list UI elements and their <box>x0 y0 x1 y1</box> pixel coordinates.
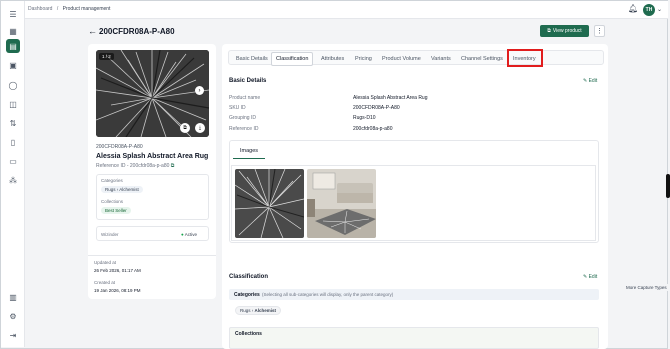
categories-bar: Categories (Selecting all sub-categories… <box>229 289 599 300</box>
classification-heading: Classification <box>229 274 269 280</box>
logout-icon[interactable]: ⇥ <box>6 328 20 342</box>
sidebar-rail: ☰ ▦ ▤ ▣ ◯ ◫ ⇅ ▯ ▭ ⁂ ▥ ⚙ ⇥ <box>1 1 25 347</box>
settings-icon[interactable]: ⚙ <box>6 309 20 323</box>
folder-icon[interactable]: ▭ <box>6 154 20 168</box>
breadcrumb-current: Product management <box>62 6 111 12</box>
category-chip: Rugs › Alchemist <box>101 186 143 193</box>
tab-classification[interactable]: Classification <box>271 52 314 66</box>
bell-icon[interactable]: 🔔︎ <box>628 4 638 13</box>
tab-product-volume[interactable]: Product Volume <box>379 54 424 64</box>
status-dot-icon: ● <box>181 232 184 237</box>
categories-box: Categories Rugs › Alchemist Collections … <box>96 174 209 220</box>
product-image[interactable]: 1 / 2 › ⧉ ⤓ <box>96 50 209 137</box>
team-icon[interactable]: ⁂ <box>6 173 20 187</box>
tab-basic-details[interactable]: Basic Details <box>233 54 271 64</box>
document-icon[interactable]: ▯ <box>6 135 20 149</box>
collection-tag: Best Seller <box>101 207 131 214</box>
reference-id-text: Reference ID - 200cfdr08a-p-a80 <box>96 163 170 169</box>
copy-icon[interactable]: ⧉ <box>180 123 190 133</box>
thumbnail-rug-closeup[interactable] <box>235 169 304 238</box>
created-value: 19 Jan 2026, 08:19 PM <box>94 288 141 293</box>
categories-label: Categories <box>101 178 123 183</box>
wizinder-status: Wizinder ● Active <box>96 226 209 241</box>
status-text: Active <box>184 232 197 237</box>
edit-label: Edit <box>588 78 598 84</box>
status-badge: ● Active <box>181 232 197 237</box>
image-counter: 1 / 2 <box>99 53 114 60</box>
highlight-box <box>507 49 543 67</box>
sku-id-label: SKU ID <box>229 105 246 111</box>
room-scene-image <box>307 169 376 238</box>
layers-icon[interactable]: ◫ <box>6 97 20 111</box>
basic-details-heading: Basic Details <box>229 78 267 84</box>
reference-id: Reference ID - 200cfdr08a-p-a80 ⧉ <box>96 163 174 169</box>
menu-icon[interactable]: ☰ <box>6 7 20 21</box>
edit-icon: ✎ <box>583 274 588 280</box>
classification-category-chip: Rugs › Alchemist <box>235 306 282 315</box>
user-icon[interactable]: ◯ <box>6 78 20 92</box>
tab-pricing[interactable]: Pricing <box>352 54 375 64</box>
page-title: 200CFDR08A-P-A80 <box>99 27 175 36</box>
breadcrumb-separator: / <box>56 6 59 12</box>
edit-label: Edit <box>588 274 598 280</box>
active-tab-underline <box>233 158 265 159</box>
updated-value: 26 Feb 2026, 01:17 AM <box>94 268 141 273</box>
category-alchemist: Alchemist <box>254 308 277 313</box>
tab-variants[interactable]: Variants <box>428 54 454 64</box>
category-rugs: Rugs <box>105 187 116 192</box>
more-options-button[interactable]: ⋮ <box>594 25 605 37</box>
top-bar: Dashboard / Product management 🔔︎ TH ⌄ <box>25 1 668 19</box>
tab-bar: Basic Details Classification Attributes … <box>228 50 604 66</box>
collections-bar: Collections <box>229 327 599 349</box>
divider <box>88 255 216 256</box>
tab-attributes[interactable]: Attributes <box>318 54 347 64</box>
products-icon[interactable]: ▤ <box>6 39 20 53</box>
sku-id-value: 200CFDR08A-P-A80 <box>353 105 400 111</box>
analytics-icon[interactable]: ⇅ <box>6 116 20 130</box>
edit-basic-details-button[interactable]: ✎ Edit <box>583 78 597 84</box>
thumbnail-room-scene[interactable] <box>307 169 376 238</box>
created-label: Created at <box>94 280 116 285</box>
tab-channel-settings[interactable]: Channel Settings <box>458 54 506 64</box>
product-sku: 200CFDR08A-P-A80 <box>96 144 143 150</box>
product-name-value: Alessia Splash Abstract Area Rug <box>353 95 428 101</box>
next-image-button[interactable]: › <box>195 86 204 95</box>
categories-heading: Categories <box>234 292 260 298</box>
edit-classification-button[interactable]: ✎ Edit <box>583 274 597 280</box>
view-product-button[interactable]: ⧉ View product <box>540 25 589 37</box>
updated-label: Updated at <box>94 260 117 265</box>
wizinder-label: Wizinder <box>101 232 119 237</box>
collections-heading: Collections <box>235 331 262 337</box>
chevron-down-icon[interactable]: ⌄ <box>657 6 662 13</box>
back-arrow-icon[interactable]: ← <box>88 26 97 36</box>
view-product-label: View product <box>552 28 582 34</box>
tooltip: More Capture Types <box>624 284 669 291</box>
avatar[interactable]: TH <box>643 4 655 16</box>
grouping-id-label: Grouping ID <box>229 115 256 121</box>
reference-id-value: 200cfdr08a-p-a80 <box>353 126 393 132</box>
categories-note: (Selecting all sub-categories will displ… <box>262 292 394 297</box>
category-alchemist: Alchemist <box>119 187 139 192</box>
orders-icon[interactable]: ▣ <box>6 58 20 72</box>
dashboard-icon[interactable]: ▦ <box>6 24 20 38</box>
collections-label: Collections <box>101 199 124 204</box>
copy-icon[interactable]: ⧉ <box>171 163 175 169</box>
external-link-icon: ⧉ <box>547 28 551 34</box>
download-icon[interactable]: ⤓ <box>195 123 205 133</box>
reference-id-label: Reference ID <box>229 126 259 132</box>
breadcrumb: Dashboard / Product management <box>28 6 110 12</box>
side-handle[interactable] <box>666 174 670 198</box>
grouping-id-value: Rugs-D10 <box>353 115 376 121</box>
edit-icon: ✎ <box>583 78 588 84</box>
product-name-label: Product name <box>229 95 261 101</box>
breadcrumb-root[interactable]: Dashboard <box>28 6 52 12</box>
rug-closeup-image <box>235 169 304 238</box>
storage-icon[interactable]: ▥ <box>6 290 20 304</box>
product-name: Alessia Splash Abstract Area Rug <box>96 153 209 160</box>
tab-images[interactable]: Images <box>240 148 258 154</box>
category-rugs: Rugs <box>240 308 251 313</box>
rug-pattern-image <box>96 50 209 137</box>
